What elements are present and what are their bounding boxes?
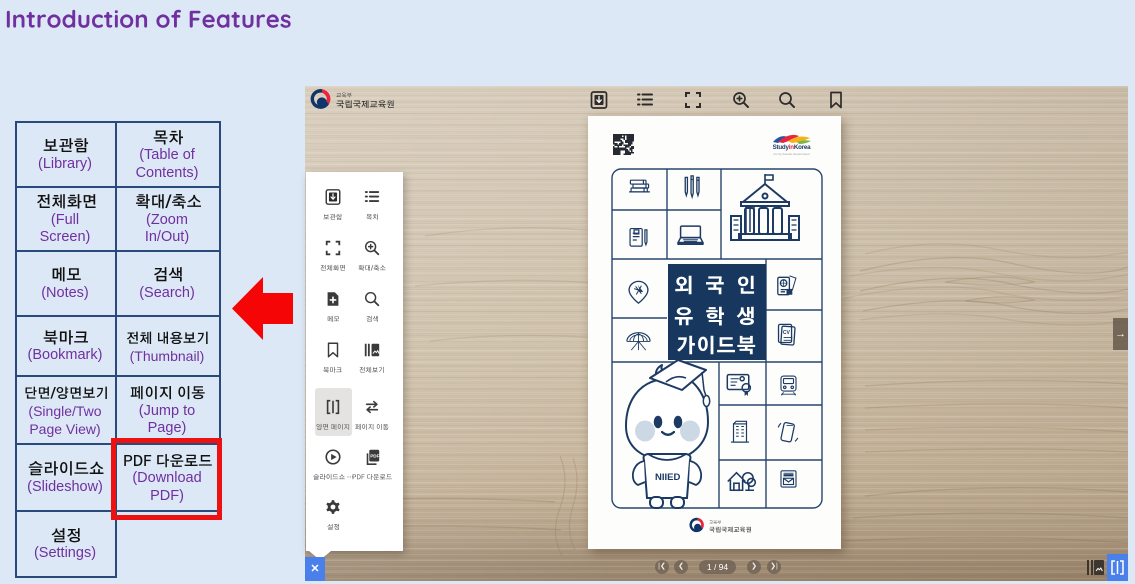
svg-text:CV: CV — [783, 330, 791, 336]
svg-text:NIIED: NIIED — [655, 472, 680, 483]
